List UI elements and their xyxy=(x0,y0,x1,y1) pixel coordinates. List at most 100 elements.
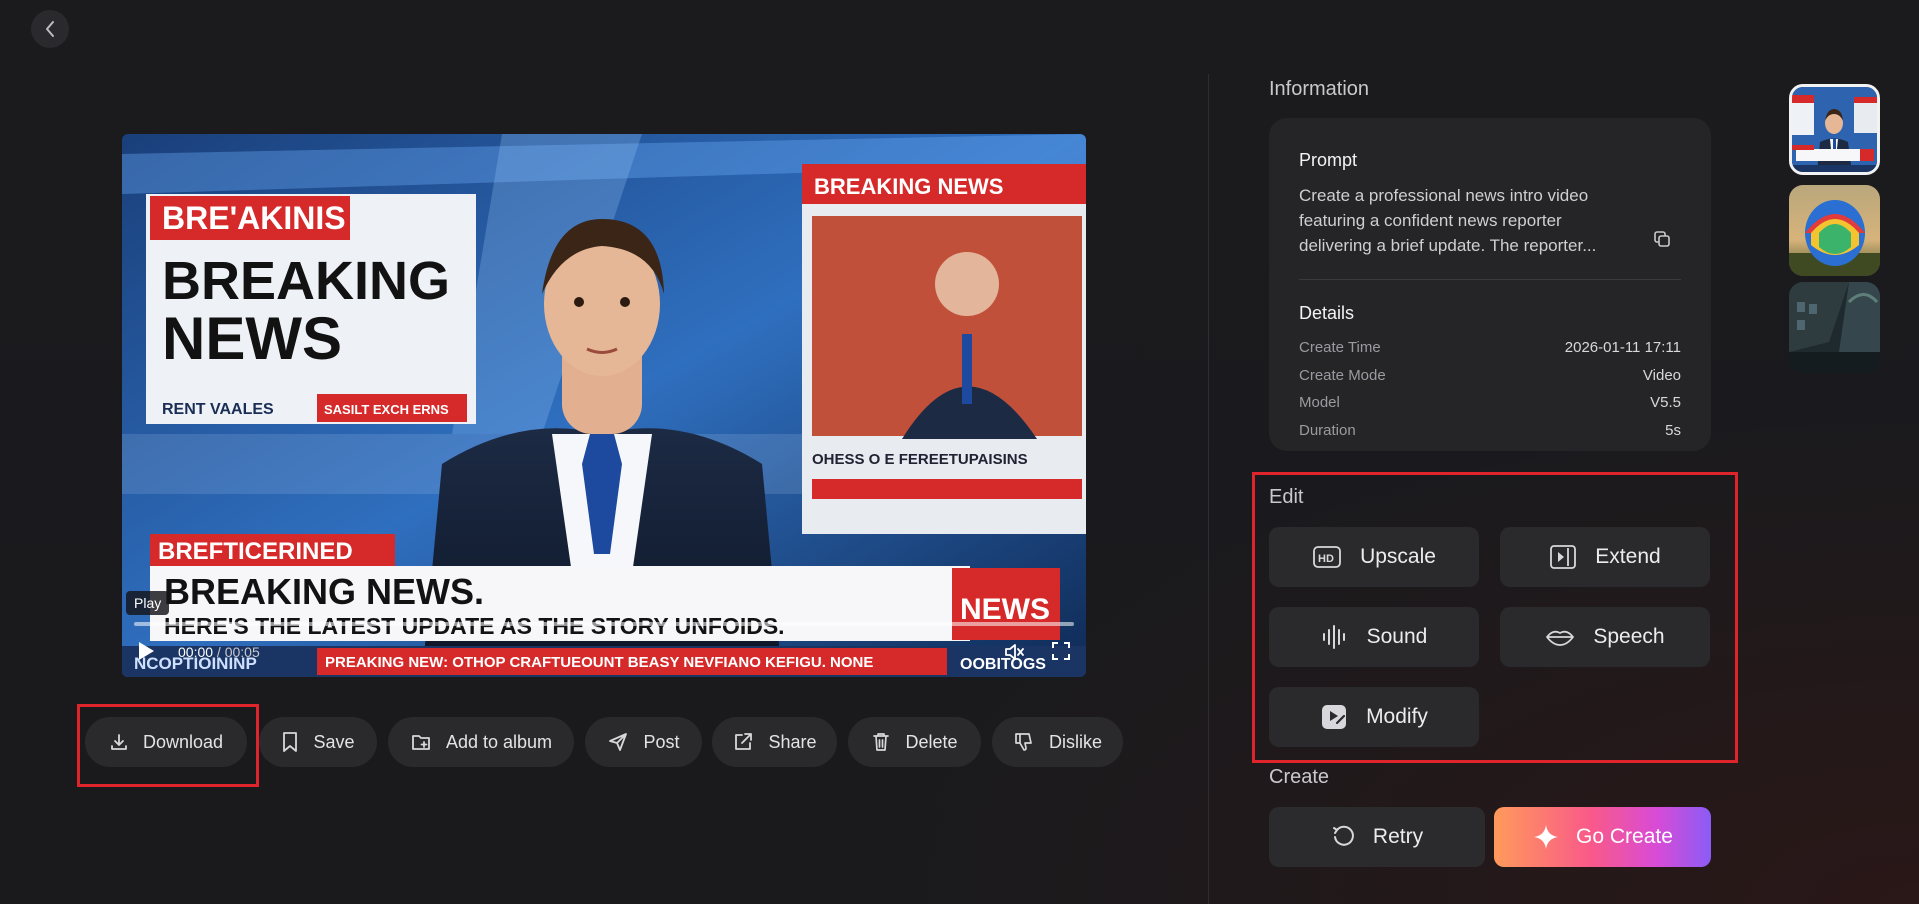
add-to-album-button[interactable]: Add to album xyxy=(388,717,574,767)
time-display: 00:00 / 00:05 xyxy=(178,644,260,660)
frame-subtag-1: RENT VAALES xyxy=(162,401,274,418)
video-player[interactable]: BRE'AKINIS BREAKING NEWS RENT VAALES SAS… xyxy=(122,134,1086,677)
total-time: 00:05 xyxy=(224,644,260,660)
video-progress-bar[interactable] xyxy=(134,622,1074,626)
copy-icon xyxy=(1654,231,1670,247)
volume-button[interactable] xyxy=(1002,640,1026,664)
detail-row-create-mode: Create Mode Video xyxy=(1299,367,1681,384)
send-icon xyxy=(609,733,628,751)
sparkle-icon xyxy=(1534,825,1559,849)
download-icon xyxy=(111,734,127,750)
modify-icon xyxy=(1322,705,1347,729)
delete-label: Delete xyxy=(905,731,958,752)
download-button[interactable]: Download xyxy=(85,717,247,767)
trash-icon xyxy=(873,733,890,751)
detail-value: 2026-01-11 17:11 xyxy=(1564,339,1681,356)
frame-top-tag: BRE'AKINIS xyxy=(162,200,346,236)
frame-lower-headline: BREAKING NEWS. xyxy=(164,571,484,612)
upscale-button[interactable]: HD Upscale xyxy=(1269,527,1479,587)
thumbnail-image xyxy=(1789,282,1880,373)
video-frame: BRE'AKINIS BREAKING NEWS RENT VAALES SAS… xyxy=(122,134,1086,677)
detail-label: Create Mode xyxy=(1299,367,1386,384)
add-to-album-icon xyxy=(412,735,430,750)
thumbnail-2[interactable] xyxy=(1789,185,1880,276)
details-title: Details xyxy=(1299,303,1355,323)
detail-row-model: Model V5.5 xyxy=(1299,394,1681,411)
frame-monitor-tag: BREAKING NEWS xyxy=(814,174,1003,199)
volume-muted-icon xyxy=(1005,644,1024,660)
retry-icon xyxy=(1332,825,1354,846)
card-divider xyxy=(1299,279,1681,280)
detail-value: 5s xyxy=(1665,422,1681,439)
save-button[interactable]: Save xyxy=(259,717,377,767)
detail-row-duration: Duration 5s xyxy=(1299,422,1681,439)
play-icon xyxy=(139,642,154,660)
dislike-label: Dislike xyxy=(1048,731,1102,752)
detail-row-create-time: Create Time 2026-01-11 17:11 xyxy=(1299,339,1681,356)
frame-lower-tag: BREFTICERINED xyxy=(158,538,353,565)
prompt-title: Prompt xyxy=(1299,150,1358,170)
prompt-line-3: delivering a brief update. The reporter.… xyxy=(1299,236,1597,255)
play-button[interactable] xyxy=(136,640,156,662)
detail-label: Create Time xyxy=(1299,339,1381,356)
prompt-line-1: Create a professional news intro video xyxy=(1299,186,1589,205)
hd-icon: HD xyxy=(1313,546,1341,568)
prompt-text[interactable]: Create a professional news intro video f… xyxy=(1299,183,1639,258)
back-button[interactable] xyxy=(31,10,69,48)
edit-heading: Edit xyxy=(1269,486,1304,508)
extend-button[interactable]: Extend xyxy=(1500,527,1710,587)
detail-value: V5.5 xyxy=(1650,394,1681,411)
current-time: 00:00 xyxy=(178,644,214,660)
go-create-label: Go Create xyxy=(1576,825,1673,848)
dislike-button[interactable]: Dislike xyxy=(992,717,1123,767)
sound-label: Sound xyxy=(1366,625,1428,648)
video-controls: 00:00 / 00:05 xyxy=(122,634,1086,670)
upscale-label: Upscale xyxy=(1360,545,1436,568)
copy-prompt-button[interactable] xyxy=(1652,229,1672,249)
svg-text:HD: HD xyxy=(1318,553,1334,565)
fullscreen-icon xyxy=(1052,642,1070,660)
information-heading: Information xyxy=(1269,78,1370,100)
thumbs-down-icon xyxy=(1015,733,1032,751)
modify-button[interactable]: Modify xyxy=(1269,687,1479,747)
create-heading: Create xyxy=(1269,766,1330,788)
sound-wave-icon xyxy=(1322,625,1345,649)
add-to-album-label: Add to album xyxy=(445,731,553,752)
frame-headline-2: NEWS xyxy=(162,305,342,372)
speech-button[interactable]: Speech xyxy=(1500,607,1710,667)
frame-subtag-2: SASILT EXCH ERNS xyxy=(324,402,449,417)
thumbnail-1[interactable] xyxy=(1789,84,1880,175)
extend-icon xyxy=(1550,545,1577,569)
post-label: Post xyxy=(643,731,680,752)
bookmark-icon xyxy=(283,732,298,752)
detail-value: Video xyxy=(1642,367,1681,384)
panel-divider xyxy=(1208,74,1209,904)
share-label: Share xyxy=(768,731,817,752)
retry-button[interactable]: Retry xyxy=(1269,807,1485,867)
information-card: Prompt Create a professional news intro … xyxy=(1269,118,1711,451)
post-button[interactable]: Post xyxy=(585,717,702,767)
go-create-button[interactable]: Go Create xyxy=(1494,807,1711,867)
share-button[interactable]: Share xyxy=(712,717,837,767)
lips-icon xyxy=(1546,630,1575,646)
frame-headline-1: BREAKING xyxy=(162,251,450,311)
detail-label: Model xyxy=(1299,394,1340,411)
thumbnail-3[interactable] xyxy=(1789,282,1880,373)
frame-monitor-caption: OHESS O E FEREETUPAISINS xyxy=(812,451,1028,468)
extend-label: Extend xyxy=(1595,545,1661,568)
save-label: Save xyxy=(313,731,355,752)
play-tooltip: Play xyxy=(126,591,170,615)
fullscreen-button[interactable] xyxy=(1050,640,1072,662)
chevron-left-icon xyxy=(46,21,54,37)
detail-label: Duration xyxy=(1299,422,1356,439)
modify-label: Modify xyxy=(1366,705,1428,728)
prompt-line-2: featuring a confident news reporter xyxy=(1299,211,1562,230)
time-separator: / xyxy=(213,644,225,660)
share-icon xyxy=(735,733,753,750)
retry-label: Retry xyxy=(1372,825,1424,848)
delete-button[interactable]: Delete xyxy=(848,717,981,767)
speech-label: Speech xyxy=(1593,625,1665,648)
sound-button[interactable]: Sound xyxy=(1269,607,1479,667)
thumbnail-image xyxy=(1792,87,1877,172)
download-label: Download xyxy=(142,731,224,752)
